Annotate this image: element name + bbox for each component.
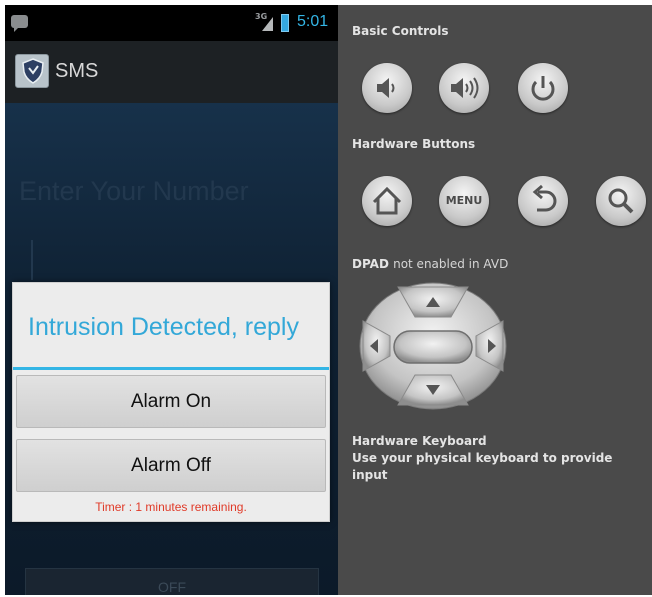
home-button[interactable] (362, 176, 412, 226)
dpad-label-row: DPAD not enabled in AVD (352, 257, 508, 271)
emulator-control-panel: Basic Controls Hardware Buttons MENU DPA… (338, 5, 652, 595)
dpad-note: not enabled in AVD (393, 257, 509, 271)
basic-controls-label: Basic Controls (352, 24, 449, 38)
hardware-buttons-label: Hardware Buttons (352, 137, 476, 151)
dpad-center[interactable] (393, 330, 473, 364)
battery-icon (281, 14, 289, 32)
back-icon (532, 184, 557, 212)
dpad (359, 282, 507, 410)
back-button[interactable] (518, 176, 568, 226)
volume-up-button[interactable] (439, 63, 489, 113)
volume-down-button[interactable] (362, 63, 412, 113)
signal-icon (262, 17, 273, 31)
menu-button-label: MENU (445, 194, 483, 207)
off-button[interactable]: OFF (25, 568, 319, 595)
text-cursor (31, 240, 33, 280)
alarm-on-button[interactable]: Alarm On (16, 375, 326, 428)
volume-down-icon (377, 78, 395, 98)
dpad-label: DPAD (352, 257, 389, 271)
alarm-off-button[interactable]: Alarm Off (16, 439, 326, 492)
home-icon (372, 186, 402, 215)
app-title: SMS (55, 60, 99, 82)
alarm-on-label: Alarm On (130, 391, 212, 412)
alarm-off-label: Alarm Off (131, 455, 211, 476)
phone-screen: 3G 5:01 SMS Enter Your Number OFF Intrus… (5, 5, 338, 595)
dialog-divider (13, 367, 329, 370)
search-icon (608, 188, 634, 214)
status-bar: 3G 5:01 (5, 5, 338, 41)
timer-text: Timer : 1 minutes remaining. (95, 500, 247, 514)
dialog-title: Intrusion Detected, reply (28, 313, 299, 341)
off-button-label: OFF (158, 579, 186, 595)
search-button[interactable] (596, 176, 646, 226)
keyboard-label: Hardware Keyboard (352, 434, 487, 448)
menu-button[interactable]: MENU (439, 176, 489, 226)
status-time: 5:01 (297, 13, 329, 30)
intrusion-dialog: Intrusion Detected, reply Alarm On Alarm… (12, 282, 330, 522)
shield-app-icon[interactable] (15, 54, 49, 88)
power-icon (531, 76, 555, 101)
volume-up-icon (451, 77, 479, 99)
power-button[interactable] (518, 63, 568, 113)
keyboard-info: Hardware Keyboard Use your physical keyb… (352, 433, 652, 484)
phone-number-input[interactable]: Enter Your Number (19, 176, 249, 207)
keyboard-note: Use your physical keyboard to provide in… (352, 451, 613, 482)
action-bar: SMS (5, 41, 338, 103)
sms-notification-icon (11, 15, 28, 32)
